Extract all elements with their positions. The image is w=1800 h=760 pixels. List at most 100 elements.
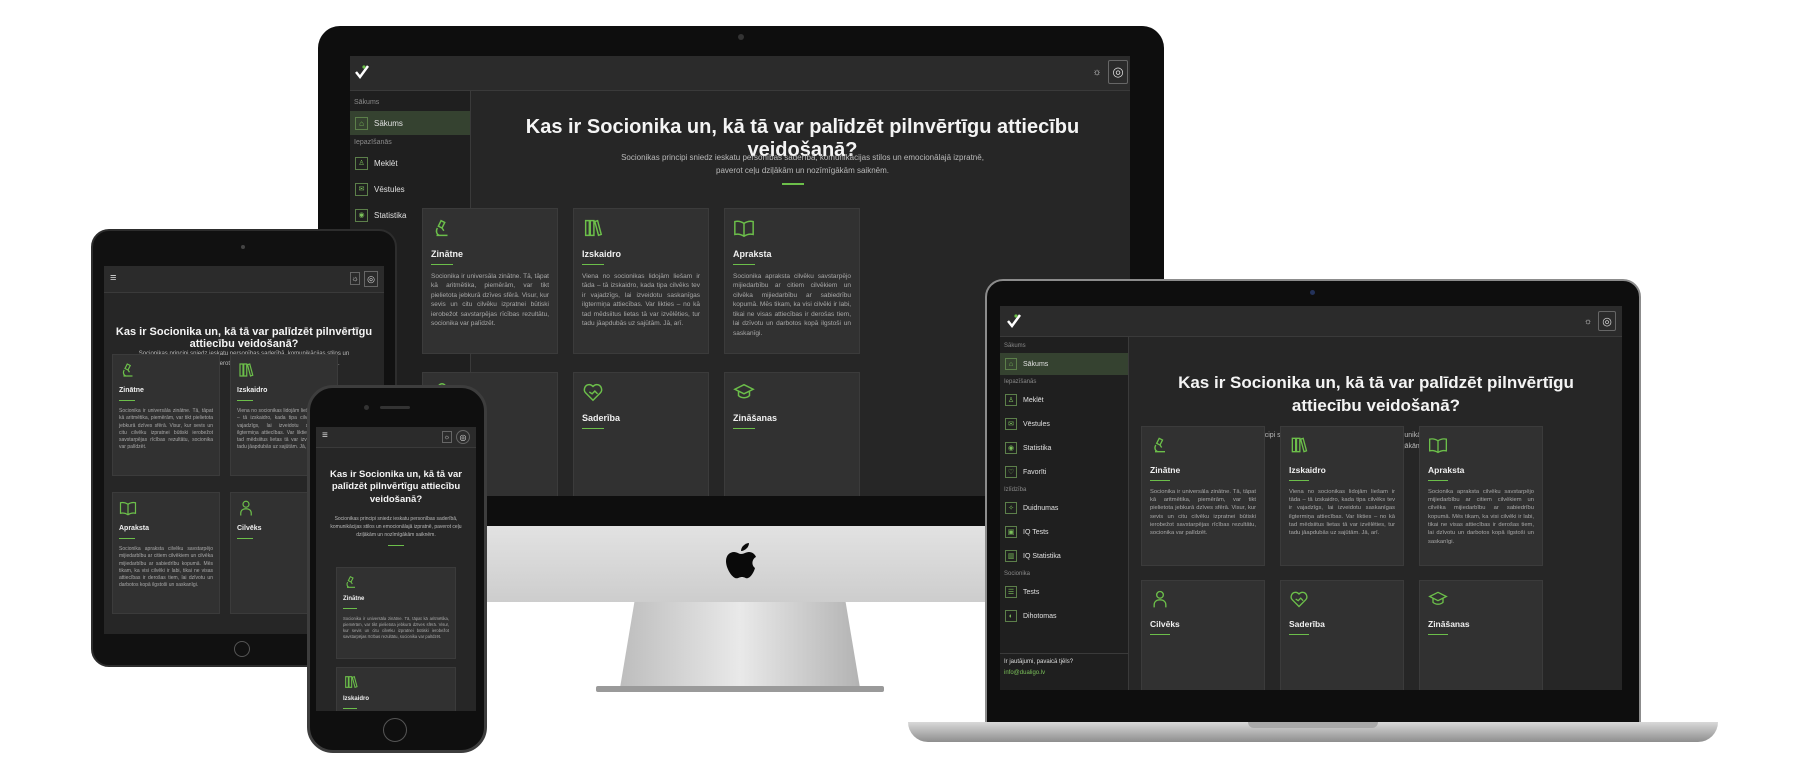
- feature-card-text: Socionika ir universāla zinātne. Tā, tāp…: [343, 616, 449, 640]
- apple-logo-icon: [726, 543, 756, 579]
- feature-card-text: Viena no socionikas lidojām liešam ir tā…: [1289, 488, 1395, 537]
- feature-card: Zinātne Socionika ir universāla zinātne. …: [422, 208, 558, 354]
- feature-card: Zināšanas: [1419, 580, 1543, 690]
- feature-card-text: Socionika apraksta cilvēku savstarpējo m…: [1428, 488, 1534, 545]
- chart-icon: ◉: [1005, 442, 1017, 454]
- feature-card: Cilvēks: [1141, 580, 1265, 690]
- user-icon[interactable]: ◎: [456, 430, 470, 444]
- sidebar-item-label: Favorīti: [1023, 468, 1047, 476]
- sidebar-item-label: Meklēt: [1023, 396, 1044, 404]
- user-icon[interactable]: ◎: [1108, 60, 1128, 84]
- sidebar-divider: [1000, 653, 1128, 654]
- microscope-icon: [346, 575, 355, 588]
- sidebar-item-dihotomas[interactable]: ◐ Dihotomas: [1000, 605, 1128, 627]
- feature-card-title: Zinātne: [343, 596, 365, 602]
- microscope-icon: [122, 363, 133, 377]
- user-icon[interactable]: ◎: [1598, 311, 1616, 331]
- page-title: Kas ir Socionika un, kā tā var palīdzēt …: [330, 469, 462, 505]
- feature-card-underline: [1150, 633, 1170, 635]
- feature-card: IzskaidroViena no socionikas lidojām lie…: [336, 667, 456, 711]
- site-logo-icon[interactable]: [354, 64, 370, 80]
- sun-icon[interactable]: ☼: [350, 272, 360, 285]
- sidebar-item-vestules[interactable]: ✉ Vēstules: [1000, 413, 1128, 435]
- sidebar-item-favoriti[interactable]: ♡ Favorīti: [1000, 461, 1128, 483]
- iphone-earpiece: [380, 406, 410, 409]
- sidebar-item-label: Statistika: [1023, 444, 1052, 452]
- graduation-cap-icon: [733, 383, 755, 399]
- yin-yang-icon: ◐: [1005, 610, 1017, 622]
- feature-card-text: Viena no socionikas lidojām liešam ir tā…: [582, 273, 700, 328]
- sidebar-item-mekleet[interactable]: ♙ Meklēt: [1000, 389, 1128, 411]
- sidebar-section-learn: Iepazīšanās: [354, 139, 392, 146]
- feature-card-title: Apraksta: [1428, 465, 1465, 475]
- macbook-notch: [1248, 722, 1378, 728]
- sun-icon[interactable]: ☼: [442, 431, 452, 443]
- heart-icon: ♡: [1005, 466, 1017, 478]
- feature-card-underline: [733, 264, 755, 265]
- puzzle-icon: ✧: [1005, 502, 1017, 514]
- feature-card-underline: [431, 264, 453, 265]
- imac-camera: [738, 34, 744, 40]
- sidebar-item-statistika[interactable]: ◉ Statistika: [1000, 437, 1128, 459]
- feature-card-title: Cilvēks: [1150, 619, 1180, 629]
- sidebar-footer-email[interactable]: info@dualigo.lv: [1004, 670, 1045, 676]
- sidebar-item-label: Vēstules: [374, 184, 405, 194]
- mail-icon: ✉: [355, 182, 368, 196]
- feature-card-underline: [237, 400, 253, 401]
- sidebar-item-label: Duidnumas: [1023, 504, 1059, 512]
- sidebar-item-mekleet[interactable]: ♙ Meklēt: [350, 151, 470, 175]
- macbook-screen: ☼ ◎ Sākums ⌂ Sākums Iepazīšanās ♙ Meklēt ✉…: [1000, 306, 1622, 690]
- ipad-home-button[interactable]: [234, 641, 250, 657]
- feature-card-title: Saderība: [1289, 619, 1325, 629]
- sun-icon[interactable]: ☼: [1090, 64, 1104, 80]
- heart-handshake-icon: [583, 383, 603, 402]
- sun-icon[interactable]: ☼: [1582, 314, 1594, 328]
- sidebar-item-label: IQ Tests: [1023, 528, 1049, 536]
- microscope-icon: [435, 219, 448, 237]
- open-book-icon: [1429, 438, 1447, 454]
- sidebar-item-iq-statistika[interactable]: ▥ IQ Statistika: [1000, 545, 1128, 567]
- feature-card-underline: [733, 428, 755, 429]
- brain-icon: ▣: [1005, 526, 1017, 538]
- heart-handshake-icon: [1290, 591, 1308, 608]
- person-icon: [1153, 590, 1167, 608]
- feature-card: Saderība: [1280, 580, 1404, 690]
- feature-card-underline: [582, 428, 604, 429]
- feature-card-title: Apraksta: [119, 525, 149, 532]
- menu-icon[interactable]: ≡: [110, 272, 116, 284]
- sidebar-section-home: Sākums: [354, 99, 380, 106]
- page-title: Kas ir Socionika un, kā tā var palīdzēt …: [115, 326, 373, 350]
- sidebar-item-label: Tests: [1023, 588, 1040, 596]
- feature-card-underline: [237, 538, 253, 539]
- imac-stand-base: [596, 686, 884, 692]
- iphone-home-button[interactable]: [383, 718, 407, 742]
- imac-stand-neck: [620, 602, 860, 688]
- sidebar-section-learn: Iepazīšanās: [1004, 379, 1037, 385]
- feature-card-title: Cilvēks: [237, 525, 262, 532]
- sidebar-item-label: Vēstules: [1023, 420, 1050, 428]
- feature-card: Zinātne Socionika ir universāla zinātne. …: [336, 567, 456, 659]
- feature-card-underline: [1289, 479, 1309, 481]
- page-subtitle: Socionikas principi sniedz ieskatu perso…: [330, 516, 462, 538]
- feature-card-underline: [119, 400, 135, 401]
- books-icon: [345, 675, 358, 689]
- menu-icon[interactable]: ≡: [322, 430, 328, 441]
- sidebar-item-vestules[interactable]: ✉ Vēstules: [350, 177, 470, 201]
- books-icon: [584, 219, 603, 237]
- feature-card-title: Zinātne: [119, 387, 144, 394]
- microscope-icon: [1154, 437, 1165, 453]
- sidebar-item-label: Statistika: [374, 210, 407, 220]
- sidebar-item-label: Dihotomas: [1023, 612, 1057, 620]
- list-icon: ☰: [1005, 586, 1017, 598]
- bar-chart-icon: ▥: [1005, 550, 1017, 562]
- sidebar-item-sakums[interactable]: ⌂ Sākums: [350, 111, 470, 135]
- sidebar-item-iq-tests[interactable]: ▣ IQ Tests: [1000, 521, 1128, 543]
- site-logo-icon[interactable]: [1006, 313, 1022, 329]
- sidebar-footer-question: Ir jautājumi, pavaicā tjēls?: [1004, 659, 1074, 665]
- feature-card-text: Socionika apraksta cilvēku savstarpējo m…: [733, 273, 851, 337]
- user-icon[interactable]: ◎: [364, 271, 378, 287]
- sidebar-item-tests[interactable]: ☰ Tests: [1000, 581, 1128, 603]
- sidebar-item-duidnumas[interactable]: ✧ Duidnumas: [1000, 497, 1128, 519]
- sidebar-section-home: Sākums: [1004, 343, 1026, 349]
- sidebar-item-sakums[interactable]: ⌂ Sākums: [1000, 353, 1128, 375]
